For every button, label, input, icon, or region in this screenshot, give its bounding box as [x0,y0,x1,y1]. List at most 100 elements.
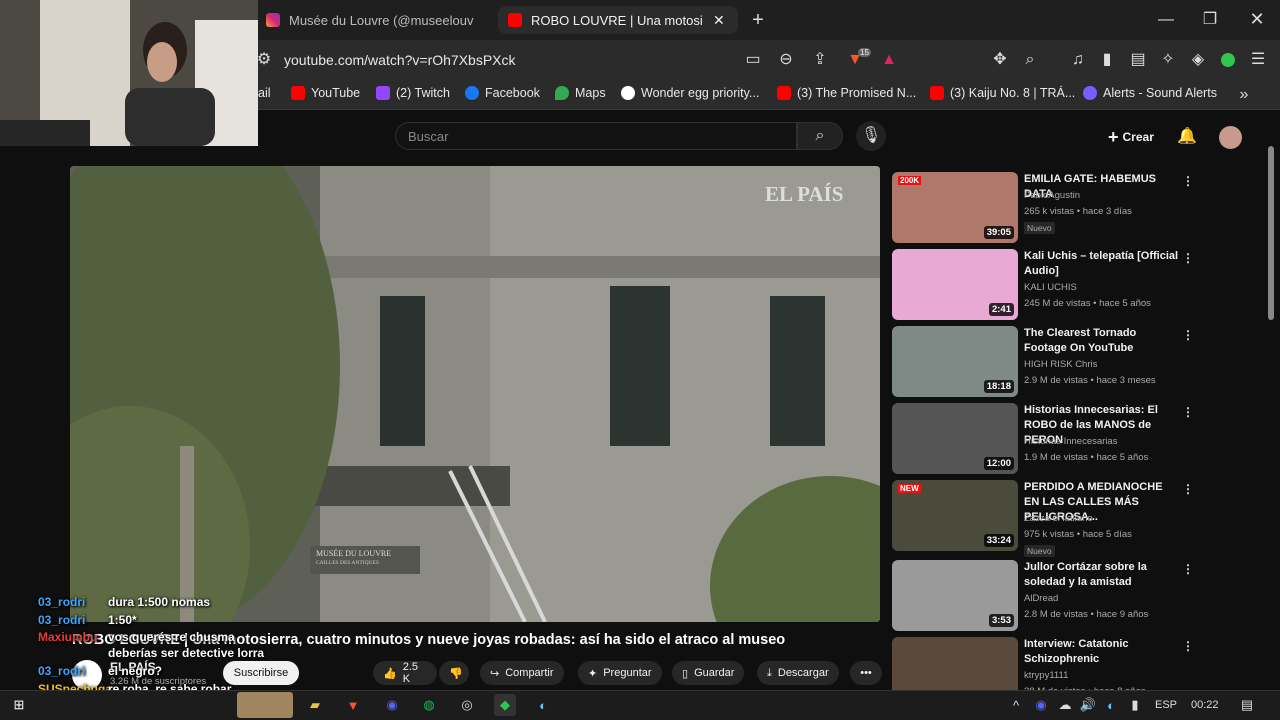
more-options-icon[interactable]: ⋮ [1182,482,1194,496]
recommendation-channel[interactable]: AlDread [1024,593,1058,604]
clock[interactable]: 00:22 [1191,699,1219,711]
recommendation-item[interactable]: NEW 33:24 PERDIDO A MEDIANOCHE EN LAS CALL… [892,480,1262,557]
maximize-icon[interactable]: ❐ [1200,10,1220,30]
share-icon[interactable]: ⇪ [810,50,830,70]
more-bookmarks-icon[interactable]: » [1234,85,1254,105]
recommendation-item[interactable]: 12:00 Historias Innecesarias: El ROBO de … [892,403,1262,475]
subscribe-button[interactable]: Suscribirse [223,661,299,685]
recommendation-thumbnail[interactable]: 18:18 [892,326,1018,397]
voice-search-button[interactable]: 🎙 [856,121,886,151]
bookmark-maps[interactable]: Maps [555,86,606,100]
bookmark-icon: ▯ [682,667,689,680]
recommendation-item[interactable]: 200K 39:05 EMILIA GATE: HABEMUS DATA PabloA… [892,172,1262,244]
recommendation-channel[interactable]: KALI UCHIS [1024,282,1077,293]
leo-icon[interactable]: ✧ [1158,50,1178,70]
address-input[interactable]: youtube.com/watch?v=rOh7XbsPXck [284,52,516,68]
recommendation-title[interactable]: Jullor Cortázar sobre la soledad y la am… [1024,560,1179,590]
more-options-icon[interactable]: ⋮ [1182,562,1194,576]
bookmark-facebook[interactable]: Facebook [465,86,540,100]
search-button[interactable]: ⌕ [797,122,843,150]
vpn-icon[interactable]: ◈ [1188,50,1208,70]
close-tab-icon[interactable]: ✕ [713,12,725,29]
recommendation-thumbnail[interactable]: 3:53 [892,560,1018,631]
recommendation-channel[interactable]: Historias Innecesarias [1024,436,1117,447]
avatar[interactable] [1219,126,1242,149]
recommendation-channel[interactable]: HIGH RISK Chris [1024,359,1097,370]
recommendation-item[interactable]: 18:18 The Clearest Tornado Footage On You… [892,326,1262,398]
minimize-icon[interactable]: — [1156,10,1176,30]
recommendation-title[interactable]: The Clearest Tornado Footage On YouTube [1024,326,1179,356]
recommendation-thumbnail[interactable]: NEW 33:24 [892,480,1018,551]
tab-instagram[interactable]: Musée du Louvre (@museelouvre) • I [256,6,490,34]
tray-chevron-icon[interactable]: ^ [1005,694,1027,716]
recommendation-meta: 975 k vistas • hace 5 días [1024,529,1132,540]
more-options-icon[interactable]: ⋮ [1182,328,1194,342]
recommendation-thumbnail[interactable]: 2:41 [892,249,1018,320]
bookmark-sound-alerts[interactable]: Alerts - Sound Alerts [1083,86,1217,100]
tray-discord-icon[interactable]: ◉ [1030,694,1052,716]
download-button[interactable]: ⤓ Descargar [757,661,839,685]
recommendation-title[interactable]: Kali Uchis – telepatía [Official Audio] [1024,249,1179,279]
zoom-icon[interactable]: ⊖ [776,50,796,70]
spotify-icon[interactable]: ◍ [418,694,440,716]
search-tabs-icon[interactable]: ⌕ [1020,50,1040,70]
discord-icon[interactable]: ◉ [381,694,403,716]
volume-icon[interactable]: 🔊 [1077,694,1099,716]
dislike-button[interactable]: 👎 [439,661,469,685]
more-actions-button[interactable]: ••• [850,661,882,685]
menu-icon[interactable]: ☰ [1248,50,1268,70]
recommendation-thumbnail[interactable]: 12:00 [892,403,1018,474]
taskbar-search[interactable] [42,694,232,716]
notifications-icon[interactable]: 🔔 [1177,127,1197,147]
video-player[interactable]: EL PAÍS MUSÉE DU LOUVRE CAILLES DES ANTI… [70,166,880,622]
recommendation-channel[interactable]: PabloAgustin [1024,190,1080,201]
recommendation-channel[interactable]: Zazza el italiano [1024,513,1093,524]
ask-button[interactable]: ✦ Preguntar [578,661,662,685]
more-options-icon[interactable]: ⋮ [1182,174,1194,188]
search-input[interactable]: Buscar [395,122,797,150]
facebook-icon [465,86,479,100]
close-window-icon[interactable]: ✕ [1247,9,1267,29]
bookmark-gmail[interactable]: ail [258,86,271,100]
recommendation-channel[interactable]: ktrypy1111 [1024,670,1068,681]
save-button[interactable]: ▯ Guardar [672,661,745,685]
recommendation-thumbnail[interactable]: 200K 39:05 [892,172,1018,243]
file-explorer-icon[interactable]: ▰ [304,694,326,716]
bookmark-wonder-egg[interactable]: Wonder egg priority... [621,86,759,100]
sparkle-icon: ✦ [588,667,598,680]
steam-icon[interactable]: ◐ [532,694,554,716]
wallet-icon[interactable]: ▤ [1128,50,1148,70]
more-options-icon[interactable]: ⋮ [1182,251,1194,265]
bookmark-youtube[interactable]: YouTube [291,86,360,100]
recommendation-item[interactable]: 3:53 Jullor Cortázar sobre la soledad y l… [892,560,1262,632]
bookmark-twitch[interactable]: (2) Twitch [376,86,450,100]
brave-icon[interactable]: ▼ [342,694,364,716]
extensions-icon[interactable]: ✥ [990,50,1010,70]
recommendation-title[interactable]: Interview: Catatonic Schizophrenic [1024,637,1179,667]
tray-steam-icon[interactable]: ◐ [1100,694,1122,716]
more-options-icon[interactable]: ⋮ [1182,405,1194,419]
tab-youtube-active[interactable]: ROBO LOUVRE | Una motosierra, ✕ [498,6,738,34]
recommendation-item[interactable]: 2:41 Kali Uchis – telepatía [Official Aud… [892,249,1262,321]
obs-icon[interactable]: ◎ [456,694,478,716]
profile-dot-icon[interactable] [1221,53,1235,67]
notification-center-icon[interactable]: ▤ [1236,694,1258,716]
bookmark-promised-neverland[interactable]: (3) The Promised N... [777,86,916,100]
sidebar-icon[interactable]: ▮ [1097,50,1117,70]
bookmark-kaiju[interactable]: (3) Kaiju No. 8 | TRÁ... [930,86,1075,100]
share-button[interactable]: ↪ Compartir [480,661,564,685]
create-button[interactable]: + Crear [1100,124,1162,150]
start-icon[interactable]: ⊞ [8,694,30,716]
media-icon[interactable]: ♫ [1068,50,1088,70]
page-scrollbar[interactable] [1268,146,1274,320]
chrome-icon[interactable]: ◆ [494,694,516,716]
new-tab-icon[interactable]: + [748,10,768,30]
tray-mic-icon[interactable]: ▮ [1124,694,1146,716]
tray-cloud-icon[interactable]: ☁ [1054,694,1076,716]
rewards-icon[interactable]: ▲ [879,50,899,70]
chat-text: vos querés re chusma [108,630,235,644]
more-options-icon[interactable]: ⋮ [1182,639,1194,653]
cast-icon[interactable]: ▭ [743,50,763,70]
language-indicator[interactable]: ESP [1155,699,1177,711]
like-button[interactable]: 👍 2.5 K [373,661,437,685]
